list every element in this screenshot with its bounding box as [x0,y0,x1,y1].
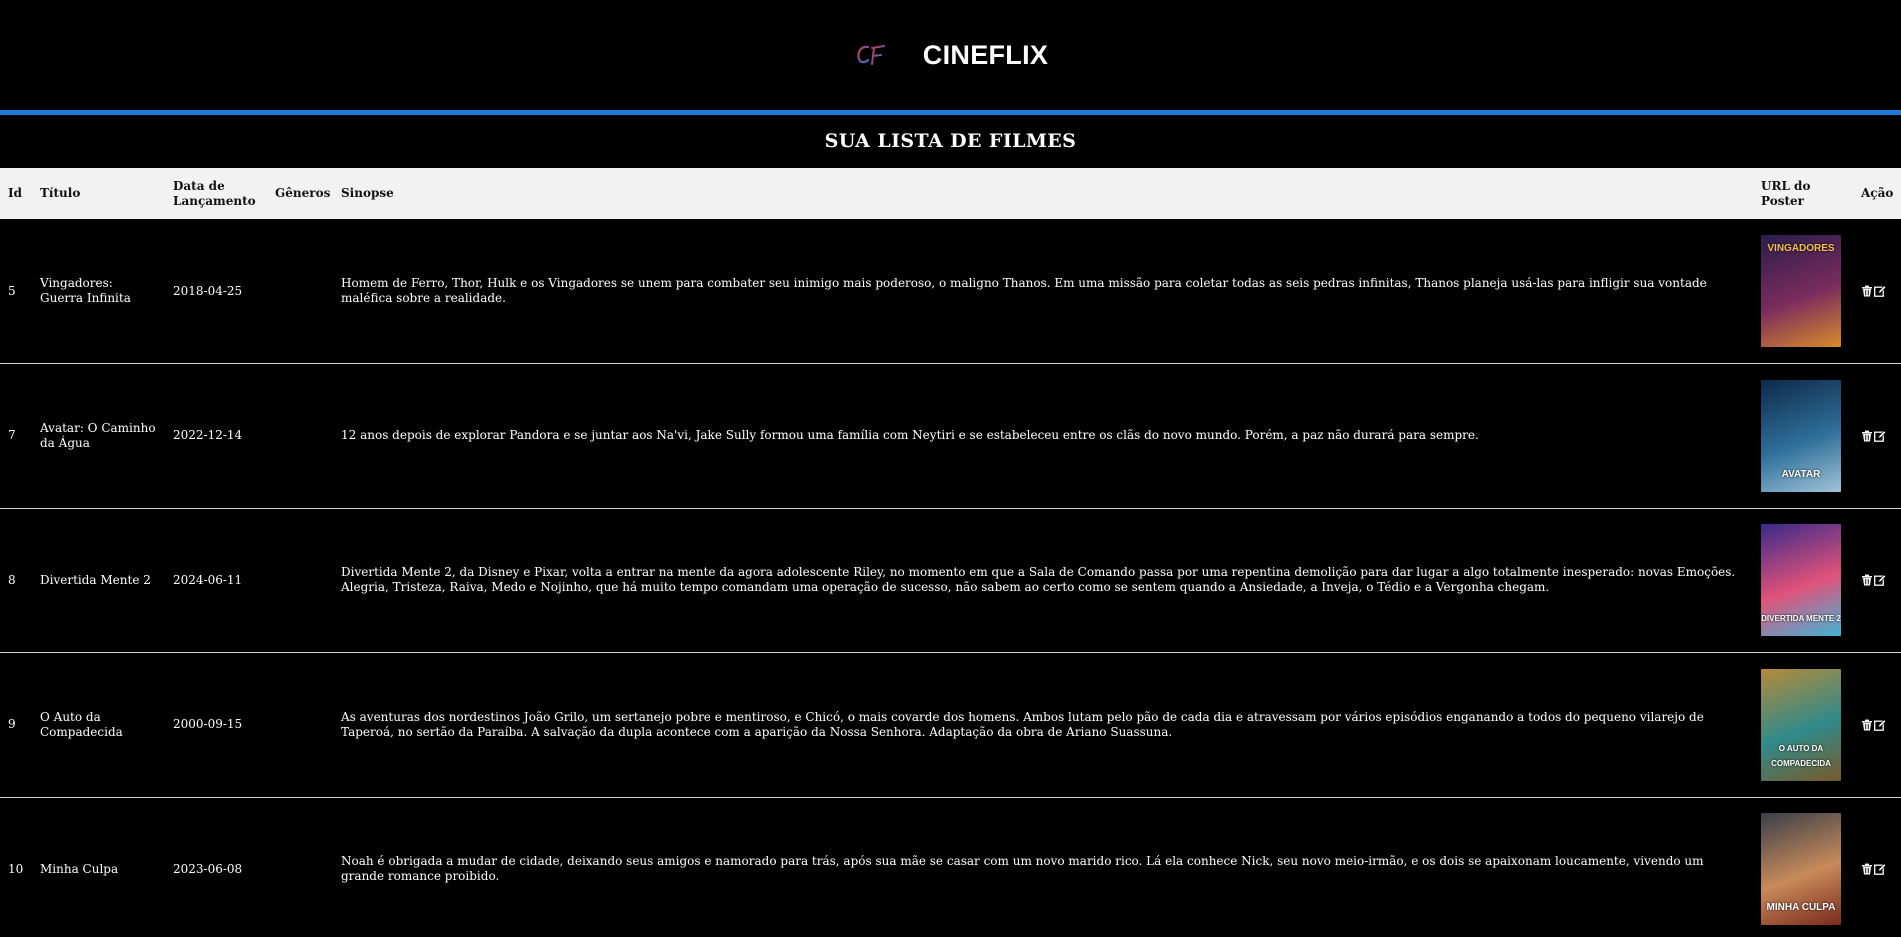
edit-icon[interactable] [1874,719,1886,731]
movie-poster: AVATAR [1761,379,1841,492]
edit-icon[interactable] [1874,285,1886,297]
column-header-data: Data de Lançamento [173,178,256,208]
cell-sinopse: Noah é obrigada a mudar de cidade, deixa… [341,854,1704,884]
cell-id: 10 [8,861,24,876]
cell-generos [267,219,333,364]
table-header-row: Id Título Data de Lançamento Gêneros Sin… [0,168,1901,219]
brand[interactable]: CINEFLIX [853,35,1048,75]
column-header-id: Id [8,186,23,200]
cell-generos [267,653,333,798]
row-actions [1861,863,1893,876]
cell-poster: VINGADORES [1753,219,1853,364]
column-header-generos: Gêneros [275,186,331,200]
movie-poster: O AUTO DA COMPADECIDA [1761,668,1841,781]
cell-acao [1853,508,1901,653]
poster-title: O AUTO DA COMPADECIDA [1771,743,1831,768]
cell-generos [267,364,333,509]
cell-poster: DIVERTIDA MENTE 2 [1753,508,1853,653]
cell-data: 2024-06-11 [173,572,243,587]
cell-acao [1853,219,1901,364]
cell-sinopse: Divertida Mente 2, da Disney e Pixar, vo… [341,565,1736,595]
row-actions [1861,430,1893,442]
cell-sinopse: Homem de Ferro, Thor, Hulk e os Vingador… [341,276,1707,305]
cell-titulo: Minha Culpa [40,861,119,876]
edit-icon[interactable] [1874,574,1886,587]
row-actions [1861,574,1893,587]
poster-title: VINGADORES [1767,243,1835,254]
cell-titulo: Vingadores: Guerra Infinita [40,276,131,305]
edit-icon[interactable] [1874,863,1886,876]
cell-data: 2022-12-14 [173,428,243,443]
movie-poster: VINGADORES [1761,235,1841,347]
cell-poster: MINHA CULPA [1753,797,1853,937]
cell-id: 9 [8,717,16,732]
cell-titulo: Divertida Mente 2 [40,572,151,587]
cineflix-logo-icon [857,45,885,65]
cell-acao [1853,653,1901,798]
cell-generos [267,508,333,653]
cell-sinopse: As aventuras dos nordestinos João Grilo,… [341,709,1704,739]
column-header-poster: URL do Poster [1761,178,1811,208]
table-row-8: 8 Divertida Mente 2 2024-06-11 Divertida… [0,508,1901,653]
trash-icon[interactable] [1861,863,1873,875]
cell-poster: AVATAR [1753,364,1853,509]
column-header-titulo: Título [40,186,81,200]
table-row-5: 5 Vingadores: Guerra Infinita 2018-04-25… [0,219,1901,364]
trash-icon[interactable] [1861,285,1873,297]
cell-acao [1853,364,1901,509]
poster-title: AVATAR [1781,468,1821,480]
trash-icon[interactable] [1861,430,1873,442]
cell-id: 7 [8,428,16,443]
row-actions [1861,285,1893,297]
brand-name: CINEFLIX [922,39,1049,70]
cell-titulo: Avatar: O Caminho da Água [40,420,156,450]
page-title: SUA LISTA DE FILMES [824,130,1077,152]
cell-id: 5 [8,283,16,298]
row-actions [1861,719,1893,731]
table-body: 5 Vingadores: Guerra Infinita 2018-04-25… [0,219,1901,937]
column-header-acao: Ação [1861,186,1894,200]
poster-title: DIVERTIDA MENTE 2 [1761,614,1841,624]
movie-poster: DIVERTIDA MENTE 2 [1761,524,1841,637]
cell-data: 2000-09-15 [173,717,243,732]
trash-icon[interactable] [1861,574,1873,586]
cell-poster: O AUTO DA COMPADECIDA [1753,653,1853,798]
cell-titulo: O Auto da Compadecida [40,709,123,739]
cell-id: 8 [8,572,16,587]
edit-icon[interactable] [1874,430,1886,442]
movie-poster: MINHA CULPA [1761,813,1841,926]
table-row-7: 7 Avatar: O Caminho da Água 2022-12-14 1… [0,364,1901,509]
trash-icon[interactable] [1861,719,1873,731]
movies-table: Id Título Data de Lançamento Gêneros Sin… [0,168,1901,937]
cell-generos [267,797,333,937]
table-row-9: 9 O Auto da Compadecida 2000-09-15 As av… [0,653,1901,798]
cell-data: 2018-04-25 [173,283,243,298]
cell-sinopse: 12 anos depois de explorar Pandora e se … [341,428,1479,443]
cell-acao [1853,797,1901,937]
cineflix-logo [853,35,893,75]
site-header: CINEFLIX [0,0,1901,110]
table-row-10: 10 Minha Culpa 2023-06-08 Noah é obrigad… [0,797,1901,937]
column-header-sinopse: Sinopse [341,186,394,200]
poster-title: MINHA CULPA [1766,902,1836,914]
cell-data: 2023-06-08 [173,861,243,876]
